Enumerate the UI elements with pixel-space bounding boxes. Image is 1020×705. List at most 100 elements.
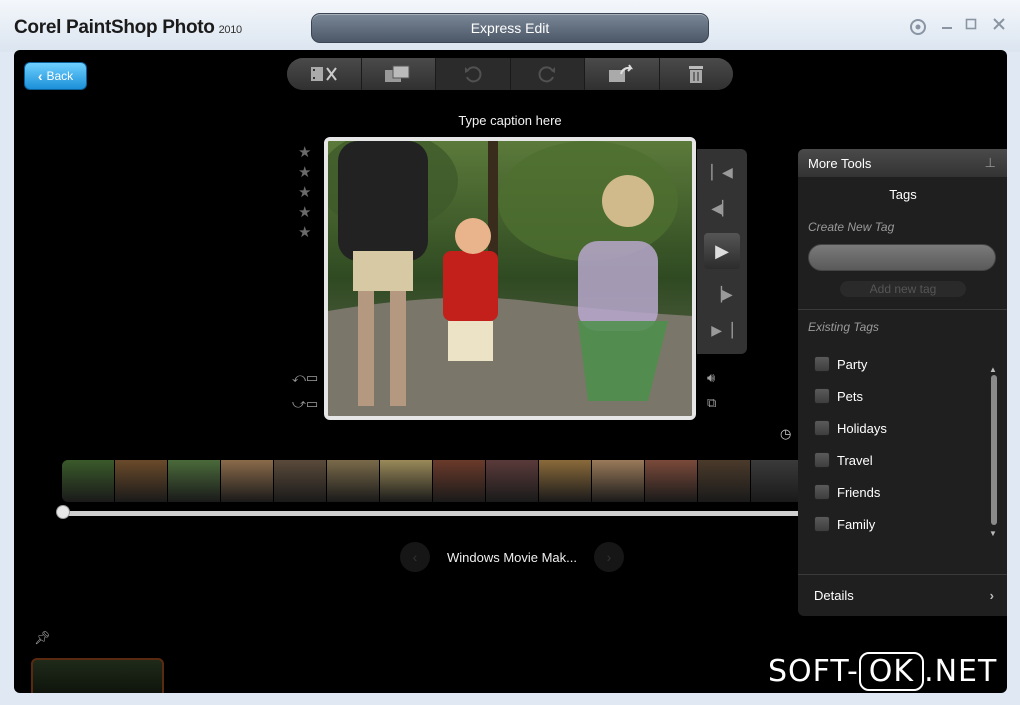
watermark: SOFT- OK .NET: [768, 652, 998, 691]
settings-icon[interactable]: [909, 18, 927, 39]
fullscreen-icon[interactable]: ⧉: [707, 395, 716, 411]
star-icon[interactable]: ★: [298, 145, 311, 160]
tag-list: Party Pets Holidays Travel Friends Family: [814, 348, 1007, 540]
tag-label: Pets: [837, 388, 864, 404]
pin-icon[interactable]: 📌︎: [34, 630, 51, 646]
film-frame[interactable]: [433, 460, 486, 502]
app-name: Corel PaintShop Photo: [14, 17, 215, 38]
play-button[interactable]: ▶: [704, 233, 740, 269]
scroll-down-icon[interactable]: ▼: [989, 529, 997, 538]
film-frame[interactable]: [221, 460, 274, 502]
clock-icon: ◷: [780, 426, 792, 441]
scrubber-track[interactable]: [62, 511, 806, 516]
film-frame[interactable]: [698, 460, 751, 502]
watermark-part3: .NET: [924, 654, 998, 689]
scrubber-handle[interactable]: [56, 505, 70, 519]
express-edit-tab[interactable]: Express Edit: [311, 13, 709, 43]
film-frame[interactable]: [274, 460, 327, 502]
video-trim-icon[interactable]: [287, 58, 362, 90]
chevron-left-icon: ‹: [37, 68, 43, 84]
step-back-icon[interactable]: ◀▏: [705, 193, 739, 223]
film-frame[interactable]: [645, 460, 698, 502]
tag-checkbox[interactable]: [814, 420, 830, 436]
rating-stars[interactable]: ★ ★ ★ ★ ★: [298, 145, 311, 240]
minimize-icon[interactable]: [941, 18, 953, 33]
create-tag-label: Create New Tag: [808, 220, 895, 234]
rotate-right-icon[interactable]: [511, 58, 585, 90]
tag-checkbox[interactable]: [814, 484, 830, 500]
preview-image: [328, 141, 692, 416]
details-row[interactable]: Details ›: [798, 574, 1007, 616]
film-frame[interactable]: [539, 460, 592, 502]
existing-tags-label: Existing Tags: [808, 320, 879, 334]
panel-header-label: More Tools: [808, 155, 872, 171]
new-tag-input[interactable]: [808, 244, 996, 271]
edit-toolbar: [287, 58, 733, 90]
playback-controls: ▏◀ ◀▏ ▶ ▕▶ ▶▕: [697, 149, 747, 354]
app-version: 2010: [218, 24, 243, 36]
film-frame[interactable]: [327, 460, 380, 502]
caption-field[interactable]: Type caption here: [434, 113, 586, 128]
tag-checkbox[interactable]: [814, 356, 830, 372]
file-nav: ‹ Windows Movie Mak... ›: [400, 542, 624, 572]
tag-row[interactable]: Party: [814, 348, 1007, 380]
tag-checkbox[interactable]: [814, 452, 830, 468]
rotate-frame-left-icon[interactable]: ⤺▭: [292, 370, 318, 386]
trash-icon[interactable]: [659, 58, 733, 90]
tag-row[interactable]: Holidays: [814, 412, 1007, 444]
title-bar: Corel PaintShop Photo 2010 Express Edit: [0, 0, 1020, 52]
share-icon[interactable]: [585, 58, 660, 90]
preview-frame: [324, 137, 696, 420]
tray-thumbnail[interactable]: [31, 658, 164, 693]
tag-label: Holidays: [837, 420, 887, 436]
tag-label: Family: [837, 516, 876, 532]
star-icon[interactable]: ★: [298, 185, 311, 200]
tag-row[interactable]: Family: [814, 508, 1007, 540]
rotate-left-icon[interactable]: [436, 58, 511, 90]
add-tag-button[interactable]: Add new tag: [840, 281, 966, 297]
film-frame[interactable]: [62, 460, 115, 502]
maximize-icon[interactable]: [965, 18, 977, 33]
back-label: Back: [46, 69, 74, 83]
filmstrip[interactable]: [62, 460, 806, 502]
capture-frame-icon[interactable]: [361, 58, 436, 90]
close-icon[interactable]: [993, 18, 1005, 33]
tag-scrollbar[interactable]: [991, 375, 997, 525]
main-workspace: ‹ Back Type caption here ★ ★ ★ ★ ★ ▏◀ ◀▏…: [14, 50, 1007, 693]
back-button[interactable]: ‹ Back: [24, 62, 87, 90]
watermark-part1: SOFT-: [768, 654, 859, 689]
film-frame[interactable]: [380, 460, 433, 502]
film-frame[interactable]: [592, 460, 645, 502]
rotate-frame-right-icon[interactable]: ⤻▭: [292, 396, 318, 412]
watermark-part2: OK: [858, 652, 925, 691]
tag-row[interactable]: Pets: [814, 380, 1007, 412]
more-tools-panel: More Tools ⊥ Tags Create New Tag Add new…: [798, 149, 1007, 616]
panel-header: More Tools ⊥: [798, 149, 1007, 177]
tag-checkbox[interactable]: [814, 388, 830, 404]
pin-icon[interactable]: ⊥: [985, 155, 996, 171]
tag-row[interactable]: Travel: [814, 444, 1007, 476]
skip-end-icon[interactable]: ▶▕: [705, 315, 739, 345]
file-name: Windows Movie Mak...: [446, 549, 578, 565]
scroll-up-icon[interactable]: ▲: [989, 365, 997, 374]
film-frame[interactable]: [486, 460, 539, 502]
star-icon[interactable]: ★: [298, 225, 311, 240]
details-label: Details: [814, 588, 854, 603]
step-forward-icon[interactable]: ▕▶: [705, 279, 739, 309]
film-frame[interactable]: [751, 460, 804, 502]
chevron-right-icon: ›: [989, 588, 994, 603]
tag-label: Friends: [837, 484, 881, 500]
tag-checkbox[interactable]: [814, 516, 830, 532]
film-frame[interactable]: [168, 460, 221, 502]
volume-icon[interactable]: 🔊︎: [707, 370, 715, 386]
skip-start-icon[interactable]: ▏◀: [705, 157, 739, 187]
film-frame[interactable]: [115, 460, 168, 502]
star-icon[interactable]: ★: [298, 205, 311, 220]
app-title: Corel PaintShop Photo 2010: [14, 17, 242, 39]
tag-row[interactable]: Friends: [814, 476, 1007, 508]
tag-label: Travel: [837, 452, 873, 468]
tag-label: Party: [837, 356, 868, 372]
previous-file-button[interactable]: ‹: [400, 542, 430, 572]
star-icon[interactable]: ★: [298, 165, 311, 180]
next-file-button[interactable]: ›: [594, 542, 624, 572]
